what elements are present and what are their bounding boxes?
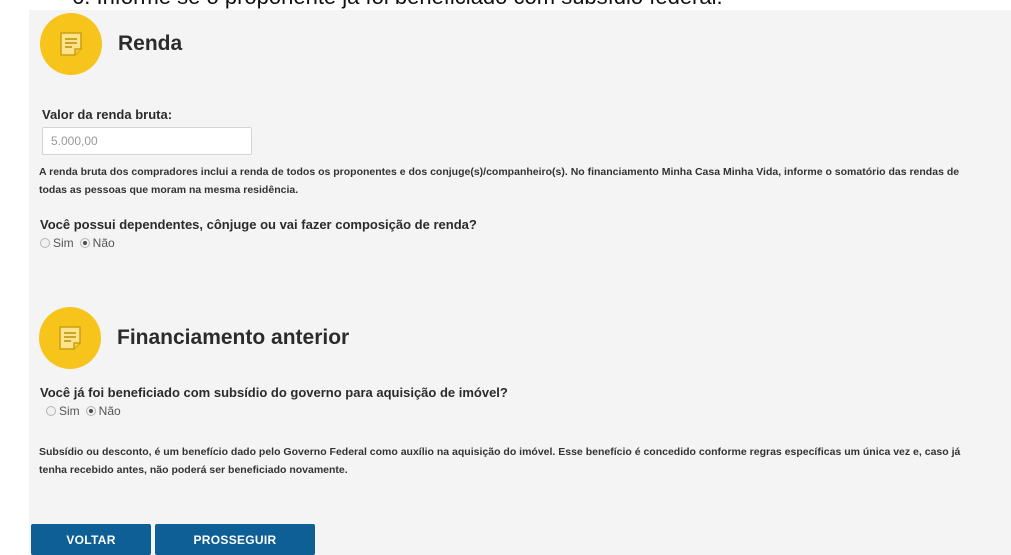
back-button[interactable]: VOLTAR xyxy=(31,524,151,555)
dependentes-question: Você possui dependentes, cônjuge ou vai … xyxy=(40,217,477,232)
renda-bruta-input[interactable] xyxy=(42,127,252,155)
dependentes-sim-radio[interactable] xyxy=(40,238,50,248)
dependentes-nao-label[interactable]: Não xyxy=(93,236,115,250)
financiamento-title: Financiamento anterior xyxy=(117,326,350,349)
dependentes-nao-radio[interactable] xyxy=(79,238,90,248)
next-button[interactable]: PROSSEGUIR xyxy=(155,524,315,555)
dependentes-sim-label[interactable]: Sim xyxy=(53,236,74,250)
subsidio-nao-radio[interactable] xyxy=(85,406,96,416)
dependentes-radio-group: Sim Não xyxy=(40,236,121,250)
subsidio-sim-label[interactable]: Sim xyxy=(59,404,80,418)
page: 6. Informe se o proponente já foi benefi… xyxy=(0,0,1011,555)
subsidio-sim-radio[interactable] xyxy=(46,406,56,416)
renda-title: Renda xyxy=(118,32,183,55)
renda-help-text: A renda bruta dos compradores inclui a r… xyxy=(39,166,960,196)
renda-section-header: Renda xyxy=(40,13,182,75)
subsidio-question: Você já foi beneficiado com subsídio do … xyxy=(40,385,508,400)
subsidio-help-text: Subsídio ou desconto, é um benefício dad… xyxy=(39,446,961,476)
subsidio-radio-group: Sim Não xyxy=(46,404,127,418)
instruction-text: 6. Informe se o proponente já foi benefi… xyxy=(72,0,723,8)
subsidio-nao-label[interactable]: Não xyxy=(99,404,121,418)
financiamento-section-header: Financiamento anterior xyxy=(39,307,349,369)
note-icon xyxy=(39,307,101,369)
note-icon xyxy=(40,13,102,75)
renda-field-label: Valor da renda bruta: xyxy=(42,107,173,122)
